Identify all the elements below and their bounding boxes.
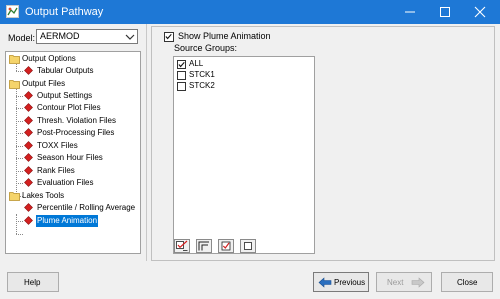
folder-icon	[9, 55, 20, 64]
arrow-left-icon	[318, 277, 332, 288]
source-group-label: STCK2	[189, 81, 215, 90]
tree-connector	[16, 183, 23, 184]
plume-animation-panel: Show Plume Animation Source Groups: ALL …	[151, 26, 495, 261]
minimize-button[interactable]	[395, 0, 425, 24]
diamond-bullet-icon	[24, 141, 33, 150]
folder-icon	[9, 192, 20, 201]
tree-item-label: Evaluation Files	[37, 178, 94, 187]
diamond-bullet-icon	[24, 103, 33, 112]
diamond-bullet-icon	[24, 66, 33, 75]
tree-connector	[16, 89, 17, 196]
pane-splitter[interactable]	[146, 24, 150, 261]
tree-connector	[16, 96, 23, 97]
uncheck-all-icon	[198, 241, 209, 251]
tree-connector	[16, 171, 23, 172]
tree-item-label: Output Options	[22, 54, 76, 63]
close-button[interactable]: Close	[441, 272, 493, 292]
tree-item-label: Post-Processing Files	[37, 128, 115, 137]
previous-button[interactable]: Previous	[313, 272, 369, 292]
diamond-bullet-icon	[24, 203, 33, 212]
help-button-label: Help	[24, 278, 41, 287]
tree-connector	[16, 108, 23, 109]
previous-button-label: Previous	[334, 278, 366, 287]
check-selected-button[interactable]	[218, 239, 234, 253]
tree-item-label: Output Settings	[37, 91, 93, 100]
check-selected-icon	[221, 241, 231, 251]
tree-item-label: Season Hour Files	[37, 153, 103, 162]
checkbox-box[interactable]	[177, 71, 186, 80]
tree-connector	[16, 64, 17, 71]
uncheck-all-button[interactable]	[196, 239, 212, 253]
source-groups-list[interactable]: ALL STCK1 STCK2	[173, 56, 315, 254]
check-all-icon	[176, 240, 188, 251]
diamond-bullet-icon	[24, 128, 33, 137]
tree-connector	[16, 221, 23, 222]
tree-item-label: Lakes Tools	[22, 191, 65, 200]
tree-item-label: Plume Animation	[36, 215, 99, 227]
checkmark-icon	[178, 61, 185, 68]
tree-item-label: TOXX Files	[37, 141, 78, 150]
tree-item-label: Rank Files	[37, 166, 75, 175]
next-button-label: Next	[387, 278, 404, 287]
next-button[interactable]: Next	[376, 272, 432, 292]
tree-item-label: Output Files	[22, 79, 66, 88]
tree-connector	[16, 146, 23, 147]
checkbox-box[interactable]	[177, 60, 186, 69]
source-group-label: ALL	[189, 59, 204, 68]
close-button-label: Close	[457, 278, 478, 287]
diamond-bullet-icon	[24, 178, 33, 187]
model-select[interactable]: AERMOD	[36, 29, 138, 44]
chevron-down-icon	[125, 34, 135, 40]
check-all-button[interactable]	[174, 239, 190, 253]
diamond-bullet-icon	[24, 153, 33, 162]
uncheck-selected-button[interactable]	[240, 239, 256, 253]
tree-connector	[16, 133, 23, 134]
diamond-bullet-icon	[24, 91, 33, 100]
checkbox-box[interactable]	[177, 82, 186, 91]
tree-item-label: Tabular Outputs	[37, 66, 94, 75]
model-label: Model:	[8, 33, 36, 43]
app-icon	[6, 5, 19, 18]
tree-connector	[16, 121, 23, 122]
arrow-right-icon	[411, 277, 425, 288]
title-bar: Output Pathway	[0, 0, 500, 24]
checkbox-box[interactable]	[164, 32, 174, 42]
tree-connector	[16, 214, 17, 234]
tree-item-label: Thresh. Violation Files	[37, 116, 116, 125]
model-value: AERMOD	[40, 31, 80, 41]
folder-icon	[9, 80, 20, 89]
tree-item-label: Contour Plot Files	[37, 103, 101, 112]
tree-connector	[16, 158, 23, 159]
empty-checkbox-icon	[244, 242, 252, 250]
source-group-label: STCK1	[189, 70, 215, 79]
help-button[interactable]: Help	[7, 272, 59, 292]
window-title: Output Pathway	[25, 6, 104, 18]
output-tree[interactable]: Output Options Tabular Outputs Output Fi…	[5, 51, 141, 254]
diamond-bullet-icon	[24, 116, 33, 125]
diamond-bullet-icon	[24, 216, 33, 225]
diamond-bullet-icon	[24, 166, 33, 175]
maximize-button[interactable]	[430, 0, 460, 24]
tree-connector	[16, 71, 23, 72]
source-groups-label: Source Groups:	[174, 43, 238, 53]
show-plume-animation-label: Show Plume Animation	[178, 31, 271, 41]
tree-item-label: Percentile / Rolling Average	[37, 203, 136, 212]
close-window-button[interactable]	[465, 0, 495, 24]
checkmark-icon	[165, 33, 172, 40]
tree-connector	[16, 234, 23, 235]
